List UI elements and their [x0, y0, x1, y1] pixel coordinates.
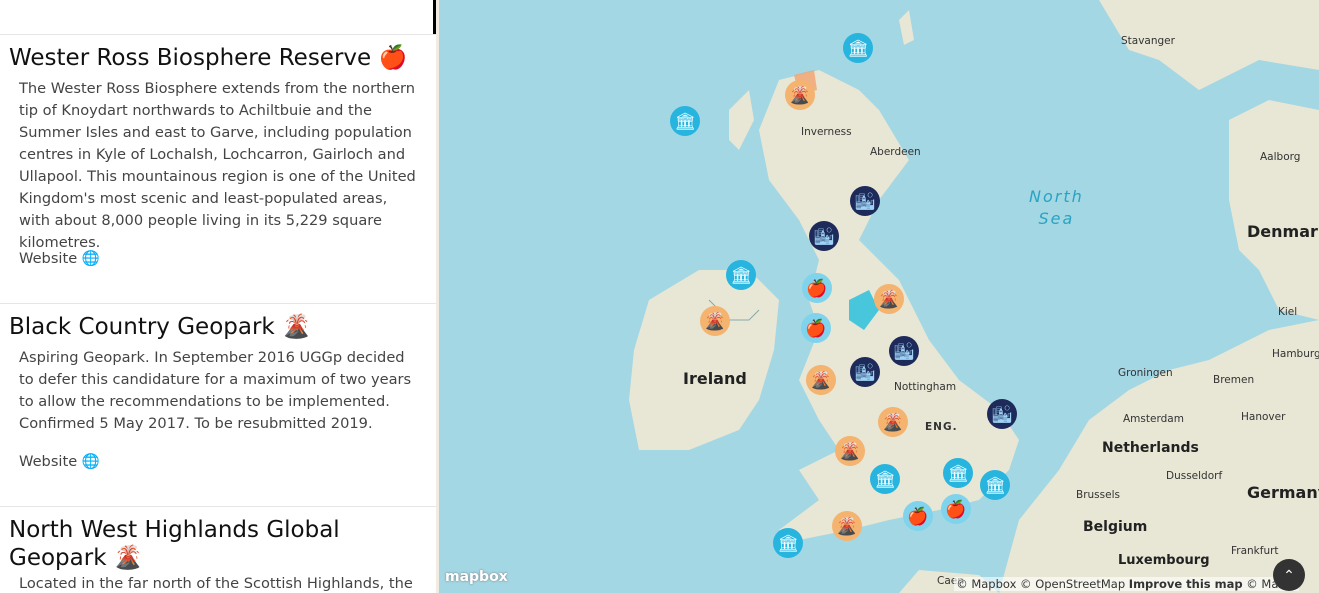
mapbox-logo[interactable]: mapbox	[445, 569, 508, 585]
city-icon[interactable]: 🏙	[850, 186, 880, 216]
card-description: The Wester Ross Biosphere extends from t…	[19, 80, 416, 251]
site-card: Black Country Geopark 🌋 Aspiring Geopark…	[0, 303, 436, 506]
volcano-icon[interactable]: 🌋	[878, 407, 908, 437]
card-title: North West Highlands Global Geopark 🌋	[9, 516, 419, 572]
city-icon[interactable]: 🏙	[809, 221, 839, 251]
museum-icon[interactable]: 🏛	[726, 260, 756, 290]
land-denmark	[1229, 100, 1319, 320]
card-title-text: Black Country Geopark	[9, 314, 275, 340]
website-link[interactable]: Website 🌐	[19, 452, 100, 470]
label-frankfurt: Frankfurt	[1231, 545, 1279, 557]
label-belgium: Belgium	[1083, 519, 1148, 535]
city-icon[interactable]: 🏙	[889, 336, 919, 366]
label-bremen: Bremen	[1213, 374, 1255, 386]
volcano-icon[interactable]: 🌋	[806, 365, 836, 395]
volcano-icon[interactable]: 🌋	[700, 306, 730, 336]
card-title-text: Wester Ross Biosphere Reserve	[9, 45, 372, 71]
label-germany: Germany	[1247, 483, 1319, 502]
improve-map-link[interactable]: Improve this map	[1129, 577, 1243, 591]
label-luxembourg: Luxembourg	[1118, 553, 1210, 568]
map-attribution: © Mapbox © OpenStreetMap Improve this ma…	[954, 577, 1299, 591]
volcano-icon: 🌋	[282, 314, 311, 340]
label-stavanger: Stavanger	[1121, 35, 1175, 47]
apple-icon[interactable]: 🍎	[802, 273, 832, 303]
label-denmark: Denmark	[1247, 222, 1319, 241]
label-hanover: Hanover	[1241, 411, 1286, 423]
map-canvas[interactable]: Stavanger Inverness Aberdeen Aalborg Den…	[439, 0, 1319, 593]
volcano-icon[interactable]: 🌋	[835, 436, 865, 466]
museum-icon[interactable]: 🏛	[773, 528, 803, 558]
land-hebrides	[729, 90, 754, 150]
museum-icon[interactable]: 🏛	[843, 33, 873, 63]
apple-icon[interactable]: 🍎	[903, 501, 933, 531]
city-icon[interactable]: 🏙	[850, 357, 880, 387]
apple-icon: 🍎	[378, 45, 408, 71]
label-brussels: Brussels	[1076, 489, 1120, 501]
volcano-icon: 🌋	[113, 545, 143, 571]
label-amsterdam: Amsterdam	[1123, 413, 1184, 425]
website-link[interactable]: Website 🌐	[19, 249, 100, 267]
volcano-icon[interactable]: 🌋	[785, 80, 815, 110]
museum-icon[interactable]: 🏛	[670, 106, 700, 136]
city-icon[interactable]: 🏙	[987, 399, 1017, 429]
label-netherlands: Netherlands	[1102, 440, 1199, 456]
volcano-icon[interactable]: 🌋	[874, 284, 904, 314]
card-title-text: North West Highlands Global Geopark	[9, 517, 340, 571]
land-ireland	[629, 270, 779, 450]
site-card: Wester Ross Biosphere Reserve 🍎 The West…	[0, 34, 436, 303]
museum-icon[interactable]: 🏛	[870, 464, 900, 494]
label-eng: ENG.	[925, 421, 958, 433]
attribution-text[interactable]: © Mapbox © OpenStreetMap	[956, 577, 1125, 591]
label-groningen: Groningen	[1118, 367, 1173, 379]
label-north: North	[1029, 187, 1084, 206]
label-ireland: Ireland	[683, 369, 747, 388]
land-shetland	[899, 10, 914, 45]
apple-icon[interactable]: 🍎	[941, 494, 971, 524]
scroll-top-button[interactable]: ⌃	[1273, 559, 1305, 591]
card-description: Aspiring Geopark. In September 2016 UGGp…	[19, 349, 412, 432]
apple-icon[interactable]: 🍎	[801, 313, 831, 343]
card-title: Black Country Geopark 🌋	[9, 313, 419, 341]
card-title: Wester Ross Biosphere Reserve 🍎	[9, 44, 419, 72]
label-aalborg: Aalborg	[1260, 151, 1301, 163]
sidebar-panel[interactable]: Wester Ross Biosphere Reserve 🍎 The West…	[0, 0, 436, 593]
label-hamburg: Hamburg	[1272, 348, 1319, 360]
label-kiel: Kiel	[1278, 306, 1298, 318]
label-nottingham: Nottingham	[894, 381, 957, 393]
label-inverness: Inverness	[801, 126, 852, 138]
museum-icon[interactable]: 🏛	[980, 470, 1010, 500]
label-sea: Sea	[1038, 209, 1075, 228]
card-description: Located in the far north of the Scottish…	[19, 575, 413, 592]
label-aberdeen: Aberdeen	[870, 146, 921, 158]
site-card: North West Highlands Global Geopark 🌋 Lo…	[0, 506, 436, 593]
museum-icon[interactable]: 🏛	[943, 458, 973, 488]
label-north-sea: North Sea	[1029, 186, 1084, 230]
label-dusseldorf: Dusseldorf	[1166, 470, 1223, 482]
volcano-icon[interactable]: 🌋	[832, 511, 862, 541]
